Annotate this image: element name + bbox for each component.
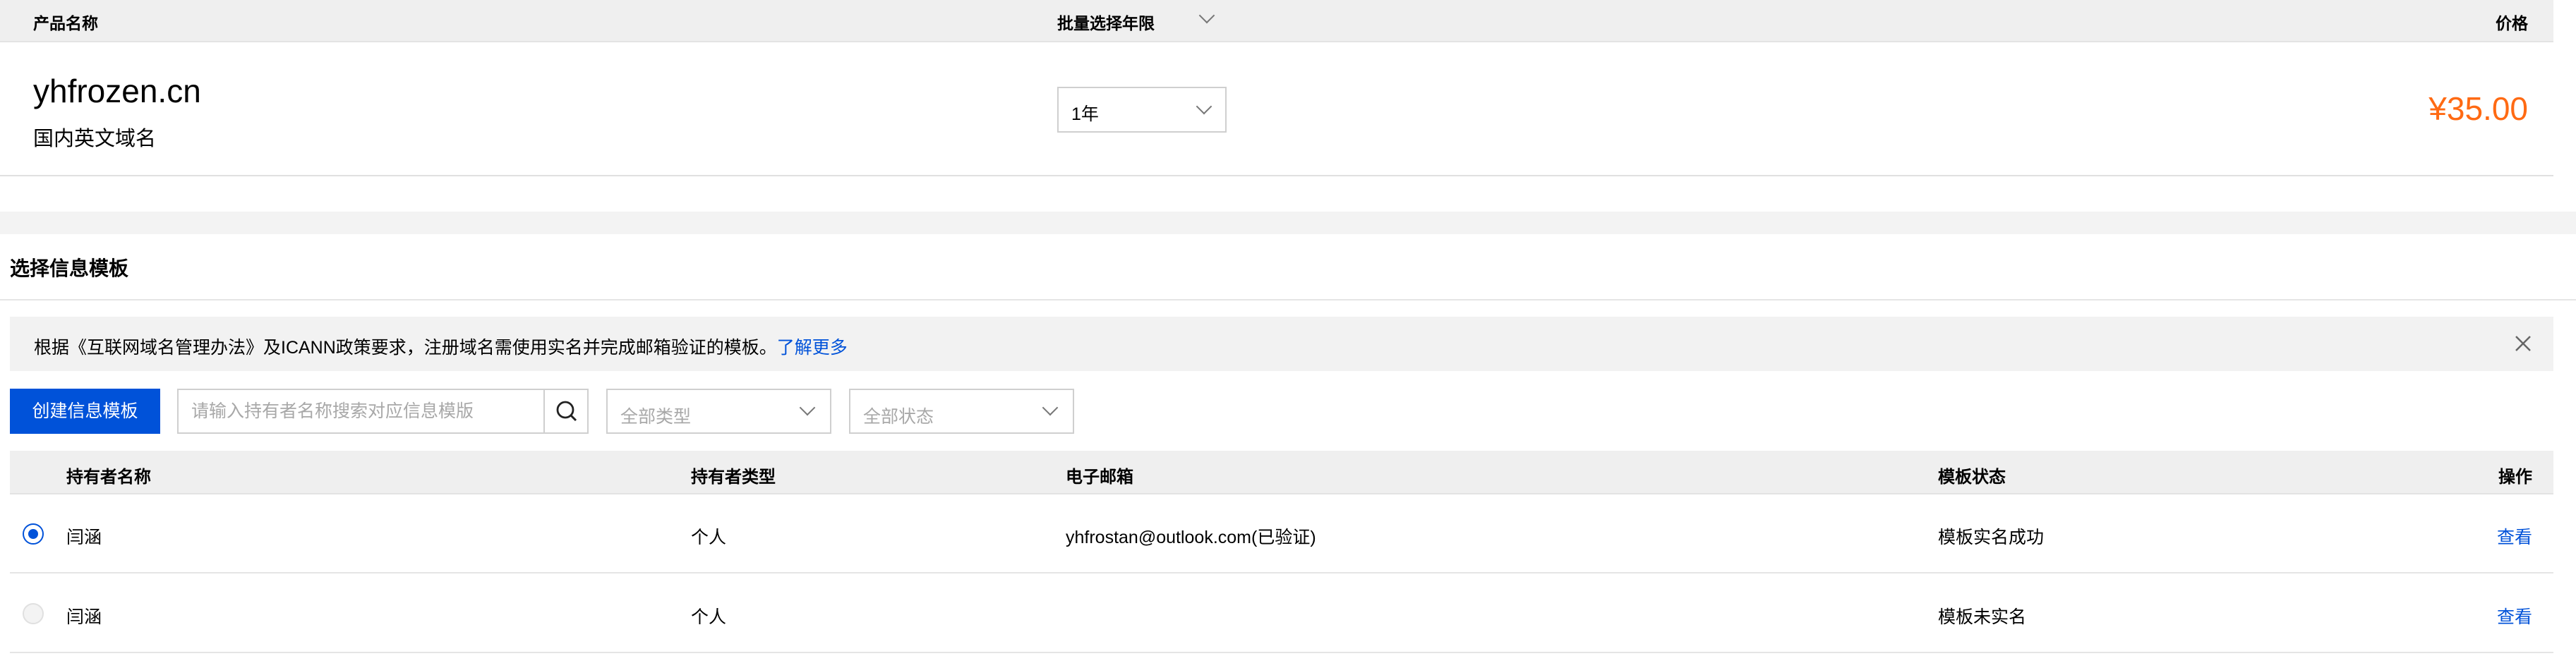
- notice-banner: 根据《互联网域名管理办法》及ICANN政策要求，注册域名需使用实名并完成邮箱验证…: [10, 317, 2553, 371]
- view-link[interactable]: 查看: [2497, 603, 2532, 628]
- holder-email: yhfrostan@outlook.com(已验证): [1066, 528, 1316, 547]
- divider: [0, 299, 2576, 300]
- template-status: 模板未实名: [1938, 607, 2027, 627]
- column-product-name: 产品名称: [33, 14, 98, 32]
- column-template-status: 模板状态: [1938, 468, 2006, 487]
- column-holder-name: 持有者名称: [66, 468, 151, 487]
- holder-type: 个人: [691, 607, 727, 627]
- holder-type: 个人: [691, 528, 727, 547]
- type-filter-select[interactable]: 全部类型: [606, 389, 831, 434]
- chevron-down-icon: [1042, 399, 1059, 416]
- column-email: 电子邮箱: [1066, 468, 1133, 487]
- search-button[interactable]: [543, 390, 587, 432]
- domain-name: yhfrozen.cn: [33, 73, 201, 109]
- domain-type: 国内英文域名: [33, 128, 157, 150]
- search-icon: [556, 401, 577, 422]
- column-actions: 操作: [2498, 468, 2532, 487]
- status-filter-select[interactable]: 全部状态: [849, 389, 1074, 434]
- search-input[interactable]: [179, 390, 546, 432]
- product-table-header: 产品名称 批量选择年限 价格: [0, 0, 2553, 42]
- column-batch-period[interactable]: 批量选择年限: [1057, 10, 1155, 34]
- row-radio[interactable]: [23, 603, 44, 624]
- notice-message: 根据《互联网域名管理办法》及ICANN政策要求，注册域名需使用实名并完成邮箱验证…: [34, 338, 777, 358]
- create-template-button[interactable]: 创建信息模板: [10, 389, 160, 434]
- notice-text: 根据《互联网域名管理办法》及ICANN政策要求，注册域名需使用实名并完成邮箱验证…: [34, 334, 848, 359]
- period-select-value: 1年: [1071, 104, 1099, 124]
- view-link[interactable]: 查看: [2497, 523, 2532, 549]
- product-row: yhfrozen.cn 国内英文域名 1年 ¥35.00: [0, 44, 2553, 176]
- period-select[interactable]: 1年: [1057, 87, 1227, 133]
- section-divider: [0, 212, 2576, 234]
- template-status: 模板实名成功: [1938, 528, 2045, 547]
- holder-name: 闫涵: [66, 528, 102, 547]
- row-radio[interactable]: [23, 523, 44, 545]
- column-price: 价格: [2496, 14, 2528, 32]
- table-row[interactable]: 闫涵 个人 yhfrostan@outlook.com(已验证) 模板实名成功 …: [10, 495, 2553, 573]
- price-value: ¥35.00: [2428, 90, 2528, 127]
- section-title: 选择信息模板: [10, 257, 129, 279]
- holder-name: 闫涵: [66, 607, 102, 627]
- template-table-header: 持有者名称 持有者类型 电子邮箱 模板状态 操作: [10, 451, 2553, 494]
- chevron-down-icon: [799, 399, 816, 416]
- close-icon[interactable]: [2511, 332, 2535, 356]
- status-filter-value: 全部状态: [863, 407, 934, 427]
- search-box: [177, 389, 589, 434]
- chevron-down-icon: [1196, 98, 1212, 115]
- chevron-down-icon[interactable]: [1198, 7, 1215, 24]
- learn-more-link[interactable]: 了解更多: [777, 338, 848, 358]
- type-filter-value: 全部类型: [620, 407, 692, 427]
- table-row[interactable]: 闫涵 个人 模板未实名 查看: [10, 575, 2553, 653]
- column-holder-type: 持有者类型: [691, 468, 776, 487]
